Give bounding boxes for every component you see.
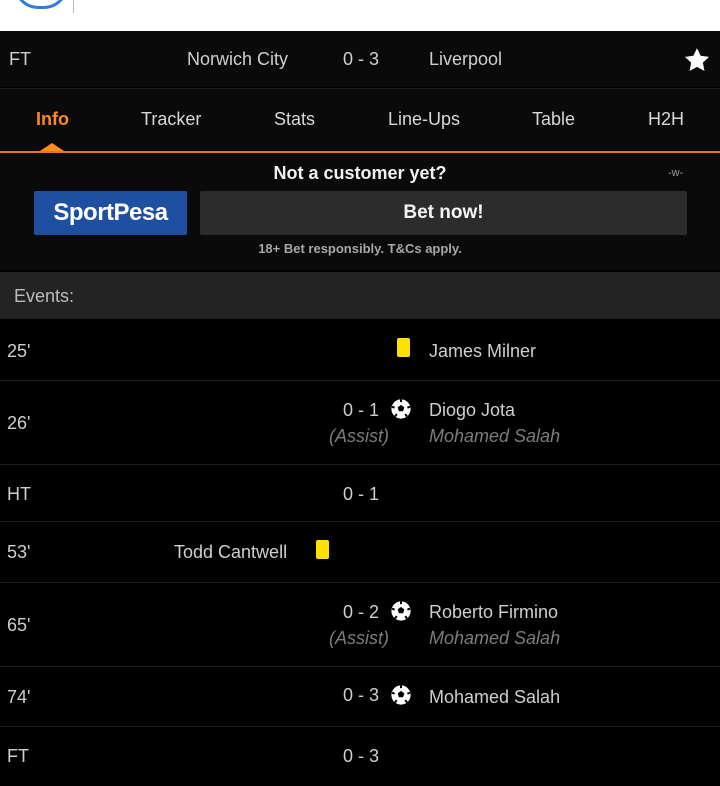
assist-player[interactable]: Mohamed Salah (429, 628, 560, 649)
event-row: 74' 0 - 3 Mohamed Salah (0, 667, 720, 727)
event-row: 25' James Milner (0, 320, 720, 381)
football-icon (391, 685, 411, 705)
event-minute: 26' (7, 413, 31, 433)
yellow-card-icon (316, 540, 329, 559)
event-row: FT 0 - 3 (0, 727, 720, 786)
event-player[interactable]: Diogo Jota (429, 400, 515, 421)
promo-disclaimer: 18+ Bet responsibly. T&Cs apply. (258, 241, 462, 256)
football-icon (391, 399, 411, 419)
event-score: 0 - 3 (343, 746, 380, 766)
match-score: 0 - 3 (343, 49, 380, 69)
event-player[interactable]: Roberto Firmino (429, 602, 558, 623)
tab-table[interactable]: Table (532, 109, 575, 130)
event-minute: 74' (7, 687, 31, 707)
event-player[interactable]: Mohamed Salah (429, 687, 560, 708)
event-row: 26' 0 - 1 Diogo Jota (Assist) Mohamed Sa… (0, 381, 720, 465)
divider (73, 0, 74, 13)
event-row: 53' Todd Cantwell (0, 522, 720, 583)
assist-label: (Assist) (329, 426, 389, 446)
promo-banner: Not a customer yet? -w- SportPesa Bet no… (0, 153, 720, 270)
bet-now-button[interactable]: Bet now! (200, 191, 687, 235)
home-team-name[interactable]: Norwich City (187, 49, 288, 70)
event-row: 65' 0 - 2 Roberto Firmino (Assist) Moham… (0, 583, 720, 667)
event-player[interactable]: Todd Cantwell (174, 542, 287, 563)
away-team-name[interactable]: Liverpool (429, 49, 502, 70)
tab-line-ups[interactable]: Line-Ups (388, 109, 460, 130)
star-icon[interactable] (683, 46, 711, 74)
tab-tracker[interactable]: Tracker (141, 109, 201, 130)
football-icon (391, 601, 411, 621)
sportpesa-logo[interactable]: SportPesa (34, 191, 187, 235)
match-score-header: FT Norwich City 0 - 3 Liverpool (0, 31, 720, 87)
browser-top-bar (0, 0, 720, 31)
tab-stats[interactable]: Stats (274, 109, 315, 130)
tab-bar: Info Tracker Stats Line-Ups Table H2H (0, 88, 720, 152)
assist-player[interactable]: Mohamed Salah (429, 426, 560, 447)
event-score: 0 - 3 (343, 685, 380, 705)
events-header-label: Events: (14, 286, 75, 306)
event-minute: HT (7, 484, 31, 504)
promo-badge: -w- (668, 167, 684, 179)
active-tab-indicator (40, 143, 64, 151)
event-score: 0 - 1 (343, 400, 380, 420)
event-minute: FT (7, 746, 29, 766)
event-minute: 25' (7, 341, 31, 361)
promo-title: Not a customer yet? (273, 163, 447, 183)
event-minute: 65' (7, 615, 31, 635)
tab-info[interactable]: Info (36, 109, 69, 130)
app-logo-icon (14, 0, 68, 9)
tab-h2h[interactable]: H2H (648, 109, 684, 130)
event-row: HT 0 - 1 (0, 465, 720, 522)
event-score: 0 - 1 (343, 484, 380, 504)
assist-label: (Assist) (329, 628, 389, 648)
match-status: FT (9, 49, 31, 69)
yellow-card-icon (397, 338, 410, 357)
event-player[interactable]: James Milner (429, 341, 536, 362)
event-minute: 53' (7, 542, 31, 562)
events-section-header: Events: (0, 272, 720, 319)
event-score: 0 - 2 (343, 602, 380, 622)
